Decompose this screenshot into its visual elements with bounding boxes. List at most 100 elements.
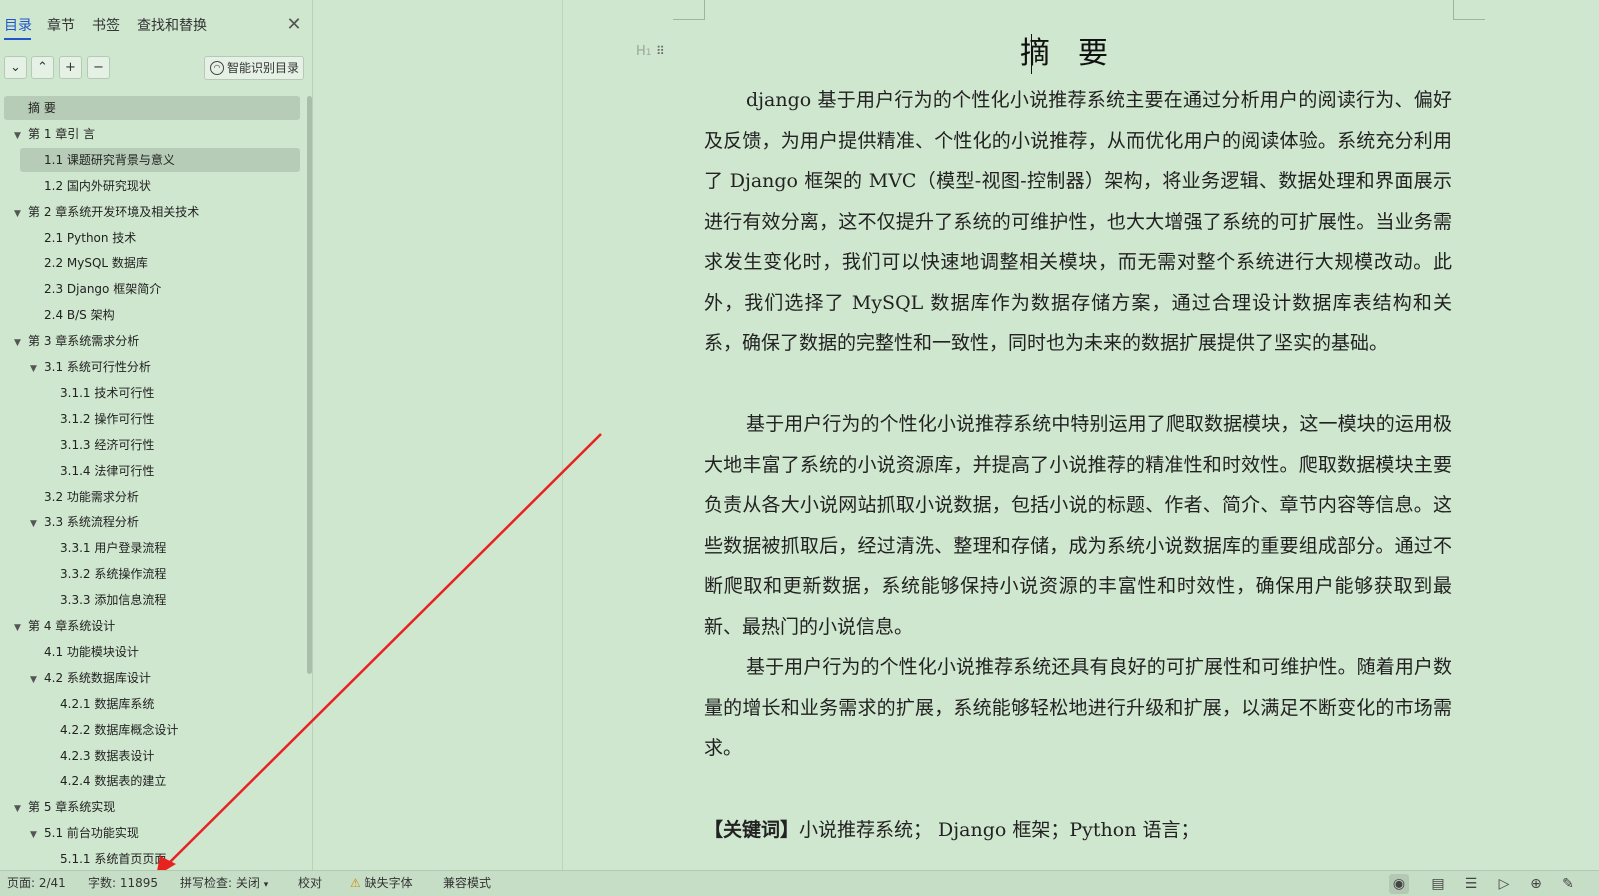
toc-item[interactable]: 2.1 Python 技术	[0, 226, 136, 250]
play-icon[interactable]: ▷	[1494, 874, 1514, 894]
toc-item[interactable]: 3.1.1 技术可行性	[0, 381, 154, 405]
toc-item[interactable]: ▼ 第 2 章系统开发环境及相关技术	[0, 200, 199, 224]
document-gutter	[313, 0, 562, 870]
expand-arrow-icon[interactable]: ▼	[30, 512, 40, 536]
page-counter[interactable]: 页面: 2/41	[7, 871, 66, 896]
word-count[interactable]: 字数: 11895	[88, 871, 158, 896]
toc-item[interactable]: 1.1 课题研究背景与意义	[20, 147, 300, 172]
toc-item[interactable]: ▼ 第 4 章系统设计	[0, 614, 115, 638]
smart-toc-button[interactable]: ◠ 智能识别目录	[204, 56, 304, 80]
heading-level-marker[interactable]: H1	[636, 44, 652, 59]
close-icon[interactable]: ✕	[284, 14, 304, 36]
toc-item-label: 4.2.2 数据库概念设计	[60, 722, 179, 737]
toc-item-label: 3.3.3 添加信息流程	[60, 593, 167, 608]
toc-item-label: 3.3.2 系统操作流程	[60, 567, 167, 582]
toc-item[interactable]: 3.3.3 添加信息流程	[0, 588, 166, 612]
toc-scrollbar[interactable]	[307, 96, 312, 674]
toc-item-label: 3.1.1 技术可行性	[60, 385, 155, 400]
tab-bookmarks[interactable]: 书签	[92, 16, 120, 36]
toc-item-label: 3.1.3 经济可行性	[60, 437, 155, 452]
toc-item-label: 第 4 章系统设计	[28, 619, 116, 633]
toc-item-label: 第 3 章系统需求分析	[28, 334, 140, 349]
toc-item-label: 4.1 功能模块设计	[44, 644, 139, 659]
toc-item[interactable]: 4.1 功能模块设计	[0, 640, 139, 664]
toc-item-label: 摘 要	[28, 101, 56, 115]
toc-item[interactable]: 2.2 MySQL 数据库	[0, 251, 148, 275]
outline-view-icon[interactable]: ☰	[1461, 874, 1481, 894]
missing-fonts-button[interactable]: ⚠ 缺失字体	[350, 871, 413, 896]
chevron-up-icon[interactable]: ⌃	[31, 56, 54, 79]
expand-arrow-icon[interactable]: ▼	[14, 124, 24, 148]
toc-item-label: 3.3.1 用户登录流程	[60, 541, 167, 556]
page-title: 摘要	[1020, 36, 1136, 71]
minus-icon[interactable]: −	[87, 56, 110, 79]
globe-icon[interactable]: ⊕	[1526, 874, 1546, 894]
toc-item[interactable]: 4.2.2 数据库概念设计	[0, 718, 178, 742]
toc-item-label: 3.1 系统可行性分析	[44, 360, 151, 374]
drag-handle-icon[interactable]: ⠿	[656, 44, 670, 62]
toc-item-label: 2.1 Python 技术	[44, 230, 137, 245]
toc-item[interactable]: 4.2.3 数据表设计	[0, 744, 154, 768]
toc-item-label: 第 1 章引 言	[28, 126, 96, 141]
tab-find-replace[interactable]: 查找和替换	[137, 16, 207, 36]
toc-item[interactable]: ▼ 第 1 章引 言	[0, 122, 95, 146]
keywords-line: 【关键词】小说推荐系统； Django 框架；Python 语言；	[704, 814, 1464, 846]
toc-item[interactable]: 摘 要	[4, 96, 300, 120]
toc-item[interactable]: 2.3 Django 框架简介	[0, 277, 161, 301]
toc-item-label: 4.2.4 数据表的建立	[60, 774, 167, 789]
toc-item[interactable]: 3.2 功能需求分析	[0, 485, 139, 509]
eye-icon[interactable]: ◉	[1389, 874, 1409, 894]
toc-item[interactable]: 4.2.1 数据库系统	[0, 692, 154, 716]
expand-arrow-icon[interactable]: ▼	[30, 357, 40, 381]
active-tab-indicator	[4, 38, 31, 40]
toc-item[interactable]: ▼ 第 5 章系统实现	[0, 795, 115, 819]
smart-toc-label: 智能识别目录	[227, 61, 300, 75]
toc-item-label: 2.4 B/S 架构	[44, 308, 115, 323]
toc-item[interactable]: ▼ 3.3 系统流程分析	[0, 510, 139, 534]
page-view-icon[interactable]: ▤	[1428, 874, 1448, 894]
toc-item[interactable]: 3.1.3 经济可行性	[0, 433, 154, 457]
abstract-paragraph-2: 基于用户行为的个性化小说推荐系统中特别运用了爬取数据模块，这一模块的运用极大地丰…	[704, 413, 1452, 638]
keywords-label: 【关键词】	[704, 819, 800, 841]
toc-item[interactable]: 5.1.1 系统首页页面	[0, 847, 166, 870]
status-bar: 页面: 2/41 字数: 11895 拼写检查: 关闭 ▾ 校对 ⚠ 缺失字体 …	[0, 870, 1599, 896]
toc-item-label: 5.1 前台功能实现	[44, 826, 139, 841]
toc-item-label: 第 5 章系统实现	[28, 800, 116, 815]
expand-arrow-icon[interactable]: ▼	[14, 616, 24, 640]
toc-item[interactable]: 1.2 国内外研究现状	[0, 174, 151, 198]
toc-item-label: 1.2 国内外研究现状	[44, 178, 151, 193]
toc-item-label: 4.2 系统数据库设计	[44, 670, 151, 685]
toc-item-label: 3.2 功能需求分析	[44, 489, 139, 504]
toc-item[interactable]: 3.3.1 用户登录流程	[0, 536, 166, 560]
spellcheck-toggle[interactable]: 拼写检查: 关闭 ▾	[180, 871, 268, 896]
toc-item[interactable]: ▼ 4.2 系统数据库设计	[0, 666, 151, 690]
toc-toolbar: ⌄ ⌃ + − ◠ 智能识别目录	[0, 56, 313, 82]
toc-item[interactable]: 4.2.4 数据表的建立	[0, 769, 166, 793]
proofread-button[interactable]: 校对	[298, 871, 322, 896]
chevron-down-icon[interactable]: ⌄	[4, 56, 27, 79]
toc-item[interactable]: 3.1.4 法律可行性	[0, 459, 154, 483]
toc-item-label: 第 2 章系统开发环境及相关技术	[28, 204, 200, 219]
smart-recognize-icon: ◠	[210, 61, 224, 75]
expand-arrow-icon[interactable]: ▼	[14, 331, 24, 355]
keywords-text: 小说推荐系统； Django 框架；Python 语言；	[799, 819, 1200, 841]
tab-chapters[interactable]: 章节	[47, 16, 75, 36]
plus-icon[interactable]: +	[59, 56, 82, 79]
toc-tree: 摘 要 ▼ 第 1 章引 言 1.1 课题研究背景与意义 1.2 国内外研究现状 ▼ 第 2…	[0, 96, 305, 870]
toc-item-label: 2.2 MySQL 数据库	[44, 256, 148, 271]
toc-item-label: 3.1.4 法律可行性	[60, 463, 155, 478]
expand-arrow-icon[interactable]: ▼	[14, 797, 24, 821]
toc-item[interactable]: 3.3.2 系统操作流程	[0, 562, 166, 586]
expand-arrow-icon[interactable]: ▼	[30, 668, 40, 692]
toc-item[interactable]: ▼ 第 3 章系统需求分析	[0, 329, 139, 353]
compat-mode-label[interactable]: 兼容模式	[443, 871, 491, 896]
tab-toc[interactable]: 目录	[4, 16, 32, 36]
pen-icon[interactable]: ✎	[1558, 874, 1578, 894]
toc-item[interactable]: 2.4 B/S 架构	[0, 303, 115, 327]
toc-item[interactable]: ▼ 5.1 前台功能实现	[0, 821, 139, 845]
toc-item[interactable]: 3.1.2 操作可行性	[0, 407, 154, 431]
expand-arrow-icon[interactable]: ▼	[14, 202, 24, 226]
expand-arrow-icon[interactable]: ▼	[30, 823, 40, 847]
chevron-down-icon: ▾	[263, 880, 269, 890]
toc-item[interactable]: ▼ 3.1 系统可行性分析	[0, 355, 151, 379]
